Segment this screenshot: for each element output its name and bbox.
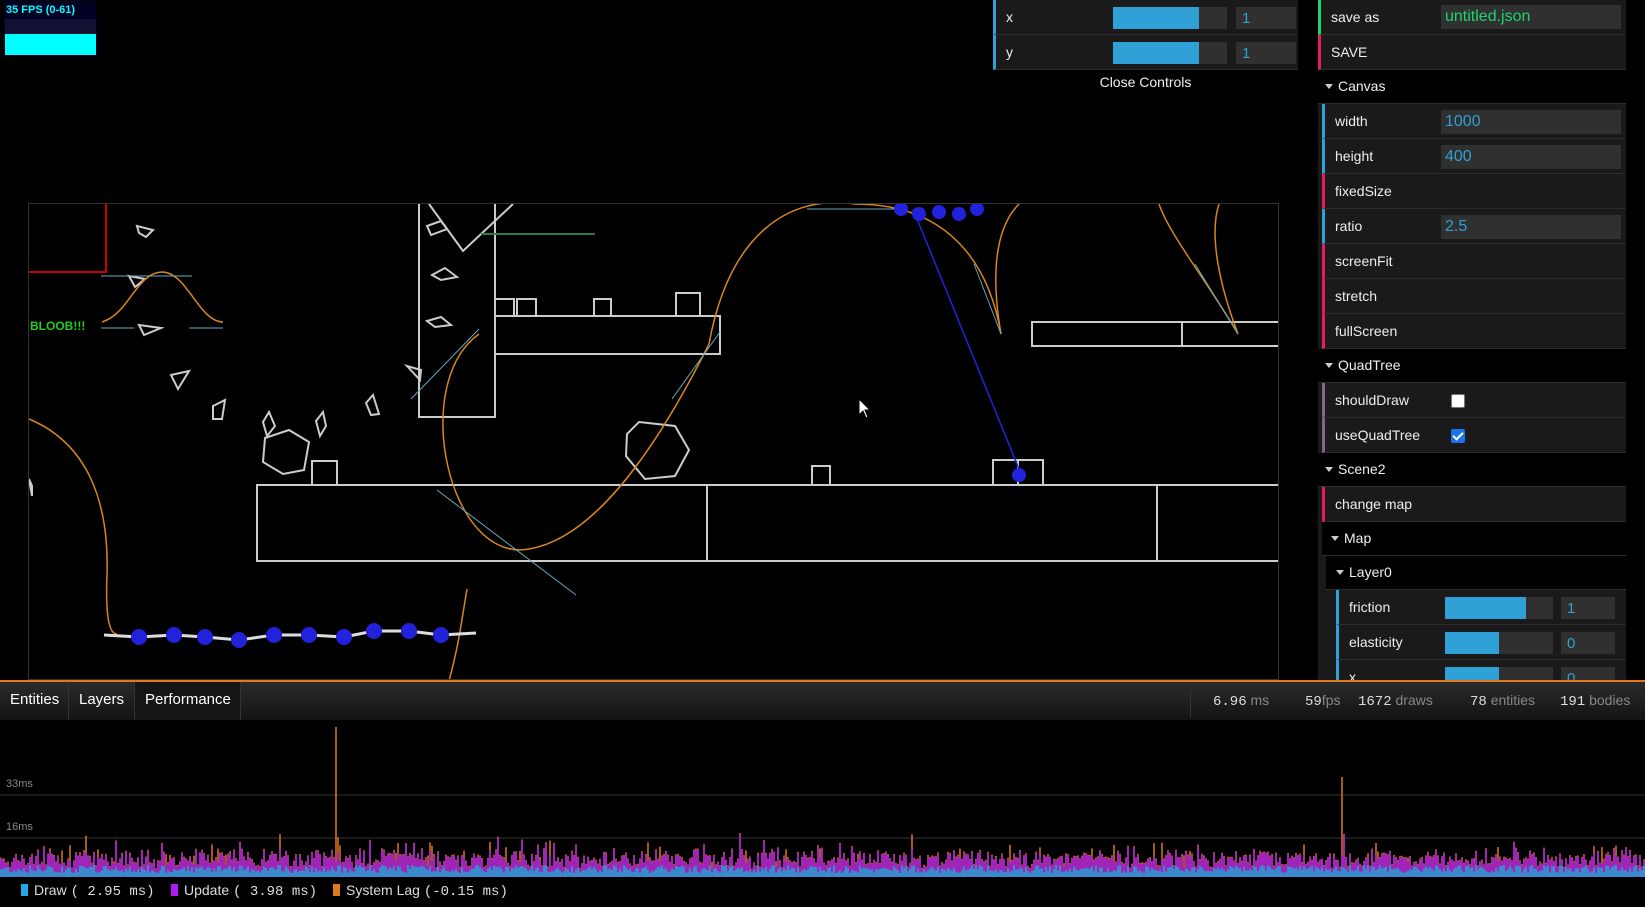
33ms-label: 33ms [6, 778, 33, 790]
controls-panel: x 1 y 1 Close Controls [993, 0, 1298, 94]
draws-stat: 1672 draws [1358, 692, 1433, 710]
height-control: height 400 [1322, 139, 1626, 174]
elasticity-control: elasticity 0 [1336, 625, 1626, 660]
save-as-label: save as [1331, 9, 1380, 25]
friction-control: friction 1 [1336, 590, 1626, 625]
chevron-down-icon [1325, 363, 1333, 368]
quadtree-folder-title[interactable]: QuadTree [1318, 349, 1626, 383]
bodies-stat: 191 bodies [1560, 692, 1631, 710]
y-control: y 1 [993, 35, 1298, 70]
fixedsize-button[interactable]: fixedSize [1322, 174, 1626, 209]
tab-performance[interactable]: Performance [135, 682, 241, 720]
elasticity-slider[interactable] [1445, 632, 1553, 654]
performance-legend: Draw ( 2.95 ms) Update ( 3.98 ms) System… [0, 878, 1645, 907]
layer-x-input[interactable]: 0 [1561, 667, 1615, 680]
shoulddraw-control: shouldDraw [1322, 383, 1626, 418]
usequadtree-control: useQuadTree [1322, 418, 1626, 453]
chevron-down-icon [1325, 84, 1333, 89]
save-as-row: save as untitled.json [1318, 0, 1626, 35]
scene2-folder-title[interactable]: Scene2 [1318, 453, 1626, 487]
friction-input[interactable]: 1 [1561, 597, 1615, 619]
width-control: width 1000 [1322, 104, 1626, 139]
chevron-down-icon [1331, 536, 1339, 541]
fps-graph [5, 19, 96, 55]
usequadtree-checkbox[interactable] [1451, 429, 1465, 443]
bottom-tab-bar: Entities Layers Performance 6.96 ms 59fp… [0, 682, 1645, 721]
canvas-folder-title[interactable]: Canvas [1318, 70, 1626, 104]
elasticity-input[interactable]: 0 [1561, 632, 1615, 654]
y-input[interactable]: 1 [1236, 42, 1296, 64]
chevron-down-icon [1325, 467, 1333, 472]
ratio-input[interactable]: 2.5 [1441, 215, 1621, 239]
x-slider[interactable] [1113, 7, 1227, 29]
fullscreen-button[interactable]: fullScreen [1322, 314, 1626, 349]
change-map-button[interactable]: change map [1322, 487, 1626, 522]
x-input[interactable]: 1 [1236, 7, 1296, 29]
legend-system-lag: System Lag (-0.15 ms) [333, 882, 508, 900]
scene-drawing [29, 204, 1278, 679]
layer-x-slider[interactable] [1445, 667, 1553, 680]
screenfit-button[interactable]: screenFit [1322, 244, 1626, 279]
fps-stat: 59fps [1305, 692, 1341, 710]
fps-meter[interactable]: 35 FPS (0-61) [4, 1, 97, 56]
legend-update: Update ( 3.98 ms) [171, 882, 317, 900]
stretch-button[interactable]: stretch [1322, 279, 1626, 314]
settings-panel: save as untitled.json SAVE Canvas width … [1318, 0, 1626, 680]
mouse-pointer-icon [858, 398, 872, 419]
save-button[interactable]: SAVE [1318, 35, 1626, 70]
layer-x-control: x 0 [1336, 660, 1626, 680]
frame-time-stat: 6.96 ms [1213, 692, 1270, 710]
legend-draw: Draw ( 2.95 ms) [21, 882, 155, 900]
y-label: y [1006, 44, 1013, 60]
performance-graph: 33ms 16ms [0, 720, 1645, 877]
entities-stat: 78 entities [1470, 692, 1536, 710]
width-input[interactable]: 1000 [1441, 110, 1621, 134]
layer0-folder-title[interactable]: Layer0 [1326, 556, 1626, 590]
tab-layers[interactable]: Layers [69, 682, 135, 720]
friction-slider[interactable] [1445, 597, 1553, 619]
y-slider[interactable] [1113, 42, 1227, 64]
shoulddraw-checkbox[interactable] [1451, 394, 1465, 408]
x-label: x [1006, 9, 1013, 25]
close-controls-button[interactable]: Close Controls [993, 70, 1298, 94]
save-label: SAVE [1331, 44, 1368, 60]
map-folder-title[interactable]: Map [1322, 522, 1626, 556]
16ms-label: 16ms [6, 821, 33, 833]
chevron-down-icon [1336, 570, 1344, 575]
height-input[interactable]: 400 [1441, 145, 1621, 169]
game-canvas[interactable]: BLOOB!!! [28, 203, 1279, 680]
ratio-control: ratio 2.5 [1322, 209, 1626, 244]
fps-label: 35 FPS (0-61) [6, 4, 76, 16]
tab-entities[interactable]: Entities [0, 682, 69, 720]
save-as-input[interactable]: untitled.json [1441, 5, 1621, 29]
x-control: x 1 [993, 0, 1298, 35]
